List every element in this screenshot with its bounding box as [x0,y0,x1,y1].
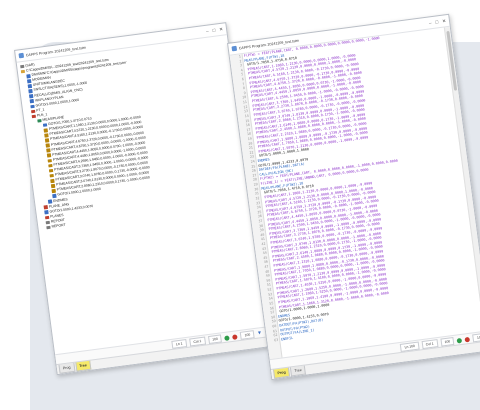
group-icon [44,215,49,220]
pt-icon [46,153,51,158]
program-tree[interactable]: (SAR) C:\Capps\DMIS5\...\20241209_test\20… [17,35,250,233]
item-icon [26,79,32,84]
group-icon [43,205,48,210]
app-icon [18,52,25,59]
close-icon[interactable]: ✕ [442,18,447,24]
pt-icon [48,163,53,168]
item-icon [29,99,34,104]
pt-icon [47,158,52,163]
item-icon [30,104,35,109]
pt-icon [50,183,55,188]
pt-icon [45,143,50,148]
pt-icon [51,188,56,193]
filter-icon[interactable]: ▼ [257,330,263,337]
stop-indicator-icon[interactable] [464,336,471,342]
run-indicator-icon[interactable] [224,334,231,341]
program-editor-window[interactable]: CAPPS Program: 20241209_test.tstm – □ ✕ … [227,13,480,381]
tree-node-label: REPORT [51,222,66,229]
maximize-icon[interactable]: □ [212,28,215,33]
app-icon [231,45,238,52]
group-icon [30,109,35,114]
item-icon [27,84,32,89]
pt-icon [44,133,49,138]
run-indicator-icon[interactable] [456,337,463,343]
pt-icon [44,138,49,143]
minimize-icon[interactable]: – [429,20,432,25]
tab-prog[interactable]: Prog [58,362,76,374]
pt-icon [50,178,55,183]
tab-prog[interactable]: Prog [273,367,291,379]
group-icon [46,225,51,230]
item-icon [28,94,34,99]
item-icon [44,210,49,215]
maximize-icon[interactable]: □ [435,19,438,24]
minimize-icon[interactable]: – [206,28,209,33]
pt-icon [43,128,48,133]
tab-tree[interactable]: Tree [74,360,92,372]
code-editor[interactable]: 1 F(PTW) = FEAT/PLANE,CART, 0.0000,0.0000… [229,27,480,360]
item-icon [28,89,33,94]
stop-indicator-icon[interactable] [232,333,238,340]
pt-icon [46,148,51,153]
close-icon[interactable]: ✕ [219,26,224,32]
tab-tree[interactable]: Tree [290,365,307,377]
code-text: ENDFIL [280,335,294,342]
item-icon [26,74,31,79]
